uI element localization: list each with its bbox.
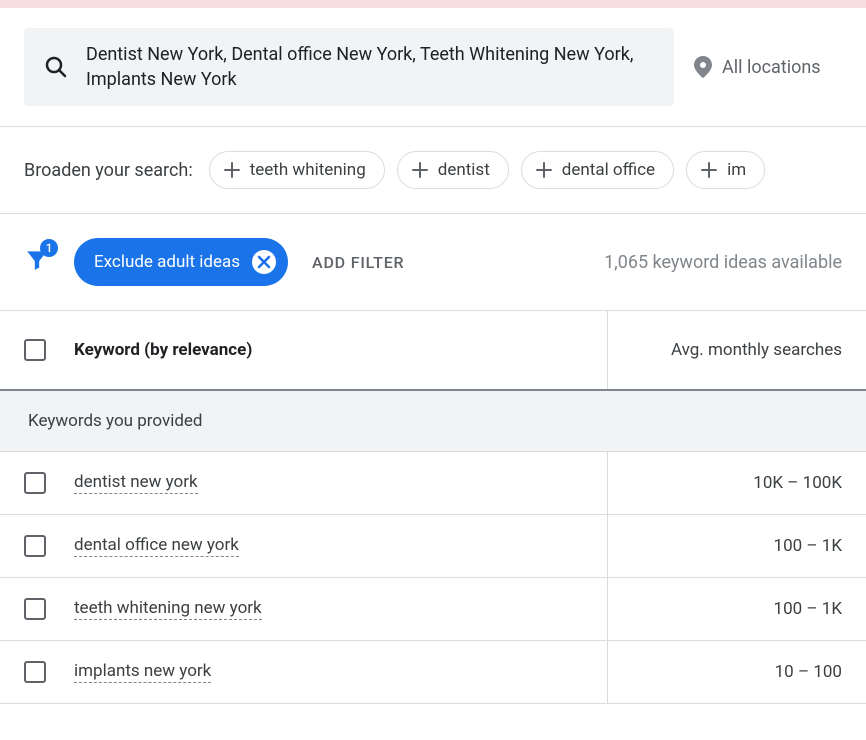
filter-count-badge: 1 — [40, 239, 58, 257]
searches-cell: 10K – 100K — [608, 452, 866, 514]
ideas-count: 1,065 keyword ideas available — [604, 252, 842, 273]
table-row: dental office new york 100 – 1K — [0, 515, 866, 578]
plus-icon — [701, 162, 717, 178]
search-section: Dentist New York, Dental office New York… — [0, 8, 866, 127]
filter-bar: 1 Exclude adult ideas ADD FILTER 1,065 k… — [0, 214, 866, 311]
table-row: teeth whitening new york 100 – 1K — [0, 578, 866, 641]
table-row: dentist new york 10K – 100K — [0, 452, 866, 515]
plus-icon — [536, 162, 552, 178]
search-box[interactable]: Dentist New York, Dental office New York… — [24, 28, 674, 106]
keyword-header-label[interactable]: Keyword (by relevance) — [74, 340, 252, 360]
keyword-text[interactable]: dental office new york — [74, 535, 239, 557]
keyword-text[interactable]: dentist new york — [74, 472, 198, 494]
row-checkbox[interactable] — [24, 472, 46, 494]
keyword-cell: dental office new york — [0, 515, 608, 577]
remove-filter-button[interactable] — [252, 250, 276, 274]
header-searches-column: Avg. monthly searches — [608, 311, 866, 389]
keyword-cell: implants new york — [0, 641, 608, 703]
searches-cell: 10 – 100 — [608, 641, 866, 703]
location-pin-icon — [694, 56, 712, 78]
broaden-chip-0[interactable]: teeth whitening — [209, 151, 385, 189]
active-filter-chip[interactable]: Exclude adult ideas — [74, 238, 288, 286]
active-filter-label: Exclude adult ideas — [94, 252, 240, 272]
broaden-chip-1[interactable]: dentist — [397, 151, 509, 189]
add-filter-button[interactable]: ADD FILTER — [312, 253, 404, 272]
keyword-cell: dentist new york — [0, 452, 608, 514]
searches-cell: 100 – 1K — [608, 515, 866, 577]
select-all-checkbox[interactable] — [24, 339, 46, 361]
row-checkbox[interactable] — [24, 598, 46, 620]
plus-icon — [412, 162, 428, 178]
search-icon — [44, 55, 68, 79]
keyword-text[interactable]: implants new york — [74, 661, 211, 683]
close-icon — [257, 255, 271, 269]
broaden-chip-3[interactable]: im — [686, 151, 765, 189]
table-row: implants new york 10 – 100 — [0, 641, 866, 704]
broaden-section: Broaden your search: teeth whitening den… — [0, 127, 866, 214]
broaden-chip-2[interactable]: dental office — [521, 151, 674, 189]
keyword-text[interactable]: teeth whitening new york — [74, 598, 262, 620]
top-accent-bar — [0, 0, 866, 8]
keyword-cell: teeth whitening new york — [0, 578, 608, 640]
filter-funnel-button[interactable]: 1 — [24, 247, 50, 277]
row-checkbox[interactable] — [24, 661, 46, 683]
search-query: Dentist New York, Dental office New York… — [86, 42, 654, 92]
searches-cell: 100 – 1K — [608, 578, 866, 640]
table-header: Keyword (by relevance) Avg. monthly sear… — [0, 311, 866, 391]
keywords-provided-section: Keywords you provided — [0, 391, 866, 452]
plus-icon — [224, 162, 240, 178]
searches-header-label[interactable]: Avg. monthly searches — [671, 340, 842, 360]
location-filter[interactable]: All locations — [694, 56, 821, 78]
header-keyword-column: Keyword (by relevance) — [0, 311, 608, 389]
location-label: All locations — [722, 57, 821, 78]
row-checkbox[interactable] — [24, 535, 46, 557]
broaden-label: Broaden your search: — [24, 160, 193, 181]
